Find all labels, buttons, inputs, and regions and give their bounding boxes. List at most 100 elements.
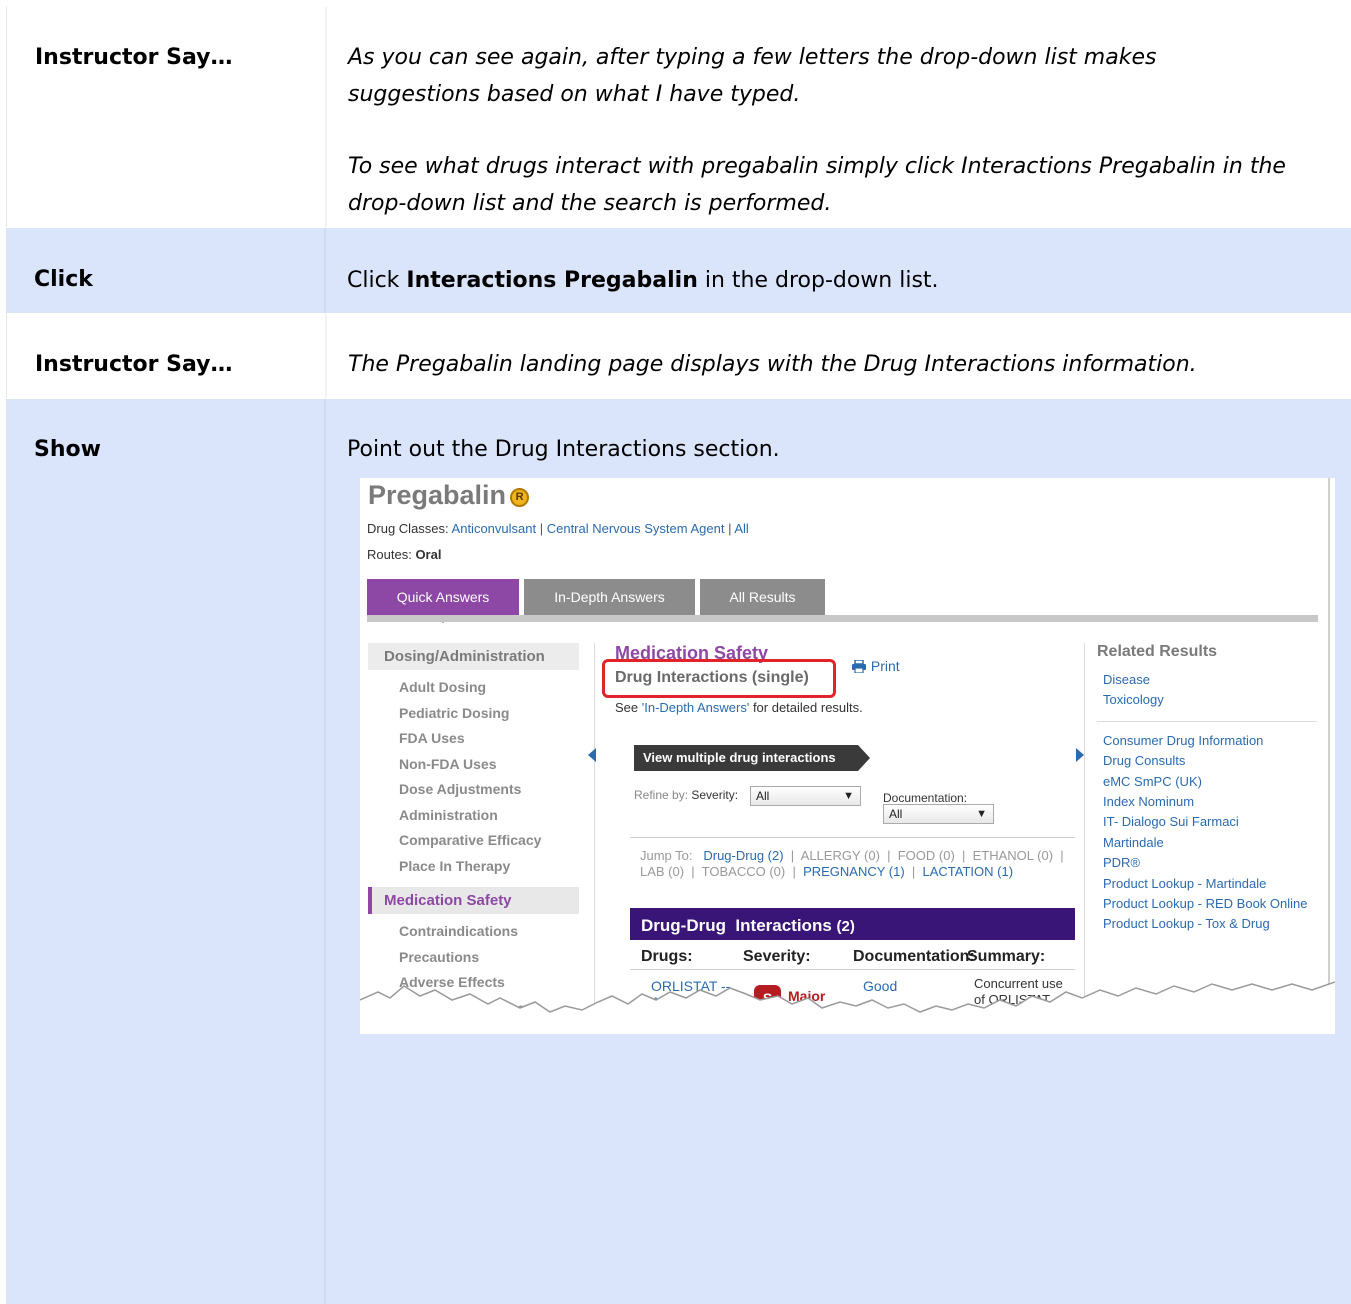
jump-item-disabled: ALLERGY (0) [800,848,880,863]
nav-item[interactable]: Adult Dosing [368,675,579,701]
tab-underline [367,615,1318,622]
nav-item[interactable]: Comparative Efficacy [368,828,579,854]
refine-label: Refine by: [634,788,689,802]
related-link[interactable]: Disease [1097,670,1317,690]
column-divider [324,228,326,313]
related-link[interactable]: eMC SmPC (UK) [1097,772,1317,792]
related-link[interactable]: Martindale [1097,833,1317,853]
related-link[interactable]: Product Lookup - Tox & Drug [1097,914,1317,934]
text-part: in the drop-down list. [697,268,939,293]
column-separator [594,643,595,1008]
row-text: The Pregabalin landing page displays wit… [348,352,1197,377]
jump-item-disabled: LAB (0) [640,864,685,879]
nav-section-medication-safety[interactable]: Medication Safety [368,887,579,914]
ddi-count: (2) [836,918,855,935]
separator: | [536,521,547,536]
divider [630,969,1075,970]
drug-class-link[interactable]: Anticonvulsant [452,521,537,536]
nav-item[interactable]: Dose Adjustments [368,777,579,803]
left-nav: Dosing/Administration Adult Dosing Pedia… [368,643,579,1021]
page-title: Pregabalin R [368,480,530,511]
separator: | [724,521,735,536]
print-link[interactable]: Print [851,658,900,674]
related-results-title: Related Results [1097,643,1218,660]
jump-link[interactable]: LACTATION (1) [923,864,1014,879]
routes-value: Oral [415,547,442,562]
nav-item[interactable]: Precautions [368,945,579,971]
divider [630,837,1075,838]
rx-badge-icon: R [510,488,530,507]
row-text: As you can see again, after typing a few… [348,39,1291,222]
instruction-row: Instructor Say… The Pregabalin landing p… [6,313,1351,398]
paragraph: As you can see again, after typing a few… [348,45,1157,107]
row-label: Instructor Say… [35,45,233,70]
jump-link[interactable]: PREGNANCY (1) [803,864,905,879]
column-separator [1084,643,1085,1008]
severity-select[interactable]: All ▼ [750,786,861,806]
jump-item-disabled: ETHANOL (0) [972,848,1054,863]
column-divider [325,7,327,227]
collapse-right-icon[interactable] [1076,748,1084,762]
print-label: Print [870,658,900,674]
documentation-value: All [889,807,903,821]
jump-link[interactable]: Drug-Drug (2) [703,848,783,863]
nav-item[interactable]: Place In Therapy [368,854,579,880]
routes: Routes: Oral [367,547,441,562]
column-header: Drugs: [641,948,693,965]
see-text: See [615,700,642,715]
related-link[interactable]: Product Lookup - RED Book Online [1097,894,1317,914]
related-link[interactable]: PDR® [1097,853,1317,873]
related-link[interactable]: Drug Consults [1097,751,1317,771]
routes-label: Routes: [367,547,412,562]
instruction-row: Instructor Say… As you can see again, af… [6,6,1351,227]
row-label: Instructor Say… [35,352,233,377]
jump-label: Jump To: [640,848,693,863]
drug-class-link[interactable]: All [734,521,748,536]
related-link[interactable]: Index Nominum [1097,792,1317,812]
row-text: Point out the Drug Interactions section. [347,437,780,462]
dropdown-arrow-icon: ▼ [976,808,987,820]
dropdown-arrow-icon: ▼ [843,790,854,802]
ddi-title: Drug-Drug Interactions [641,916,832,935]
drug-drug-header: Drug-Drug Interactions (2) [630,908,1075,940]
jump-to-bar: Jump To: Drug-Drug (2) | ALLERGY (0) | F… [640,848,1068,879]
tab-quick-answers[interactable]: Quick Answers [367,579,519,615]
in-depth-link[interactable]: 'In-Depth Answers' [642,700,750,715]
refine-filters: Refine by: Severity: [634,788,738,802]
related-link[interactable]: IT- Dialogo Sui Farmaci [1097,812,1317,832]
nav-item[interactable]: Pediatric Dosing [368,701,579,727]
column-header: Documentation: [853,948,975,965]
column-header: Severity: [743,948,811,965]
subsection-title: Drug Interactions (single) [615,669,809,686]
nav-item[interactable]: Contraindications [368,919,579,945]
related-link[interactable]: Product Lookup - Martindale [1097,874,1317,894]
tab-all-results[interactable]: All Results [700,579,825,615]
collapse-left-icon[interactable] [588,748,596,762]
related-link[interactable]: Toxicology [1097,690,1317,710]
nav-item[interactable]: Non-FDA Uses [368,752,579,778]
divider [1097,720,1317,722]
drug-class-link[interactable]: Central Nervous System Agent [547,521,725,536]
documentation-select[interactable]: All ▼ [883,804,994,824]
instruction-row: Click Click Interactions Pregabalin in t… [6,227,1351,313]
row-label: Show [34,437,101,462]
nav-item[interactable]: Administration [368,803,579,829]
drug-name: Pregabalin [368,480,507,510]
drug-classes: Drug Classes: Anticonvulsant | Central N… [367,521,749,536]
view-multiple-interactions-button[interactable]: View multiple drug interactions [634,745,870,771]
related-link[interactable]: Consumer Drug Information [1097,731,1317,751]
tab-in-depth-answers[interactable]: In-Depth Answers [524,579,695,615]
printer-icon [852,659,866,674]
row-text: Click Interactions Pregabalin in the dro… [347,262,1291,299]
severity-value: All [756,789,770,803]
nav-item[interactable]: FDA Uses [368,726,579,752]
column-divider [324,399,326,1304]
see-text: for detailed results. [749,700,863,715]
row-label: Click [34,267,93,292]
documentation-label: Documentation: [883,791,968,805]
jump-item-disabled: TOBACCO (0) [701,864,786,879]
nav-section-dosing[interactable]: Dosing/Administration [368,643,579,670]
drug-page: Pregabalin R Drug Classes: Anticonvulsant… [360,478,1330,1023]
related-results: Related Results Disease Toxicology Consu… [1097,643,1317,935]
paragraph: To see what drugs interact with pregabal… [348,154,1286,216]
